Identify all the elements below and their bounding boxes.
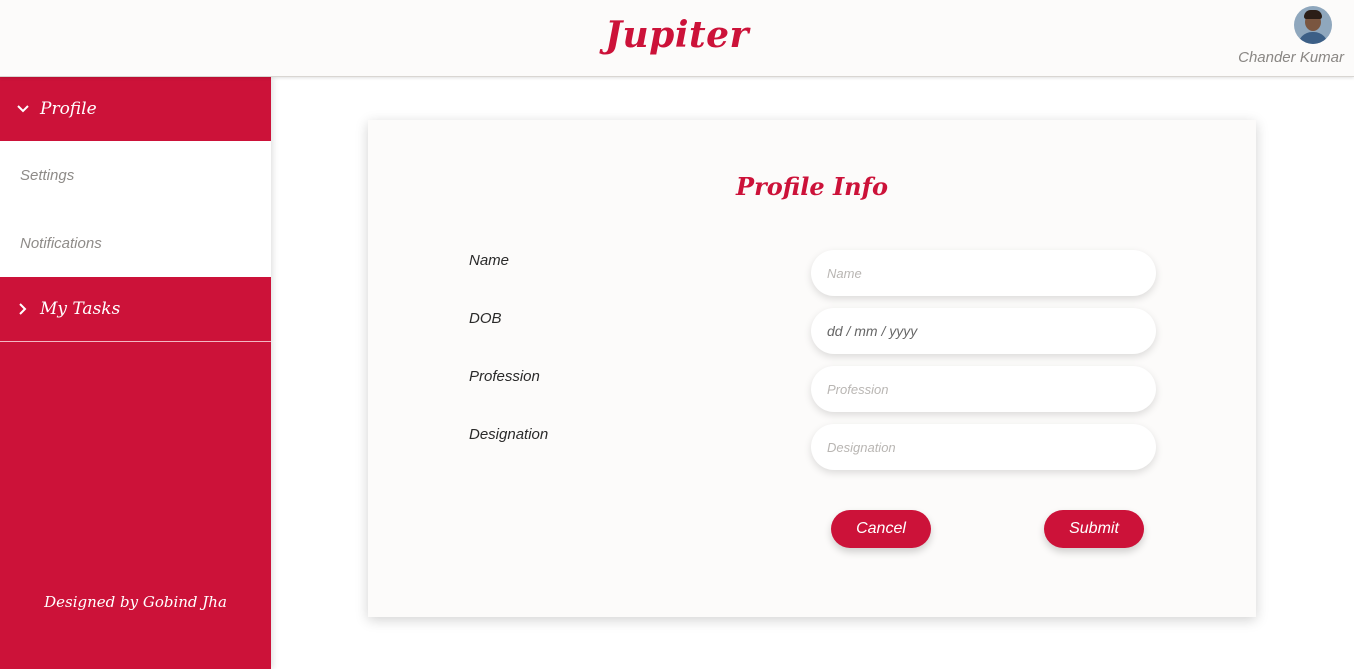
sidebar-item-notifications[interactable]: Notifications: [0, 209, 271, 277]
name-input[interactable]: [811, 250, 1156, 296]
submit-button[interactable]: Submit: [1044, 510, 1144, 548]
profession-input[interactable]: [811, 366, 1156, 412]
profession-label: Profession: [469, 368, 540, 385]
cancel-button[interactable]: Cancel: [831, 510, 931, 548]
app-logo-text[interactable]: Jupiter: [0, 14, 1354, 56]
designation-label: Designation: [469, 426, 549, 443]
sidebar-item-settings[interactable]: Settings: [0, 141, 271, 209]
sidebar-section-label: Profile: [40, 99, 97, 119]
footer-credit: Designed by Gobind Jha: [44, 593, 227, 611]
sidebar-section-profile[interactable]: Profile: [0, 77, 271, 141]
name-label: Name: [469, 252, 510, 269]
sidebar: Profile Settings Notifications My Tasks …: [0, 77, 271, 669]
chevron-down-icon: [16, 102, 30, 116]
dob-label: DOB: [469, 310, 502, 327]
designation-input[interactable]: [811, 424, 1156, 470]
form-title: Profile Info: [736, 172, 888, 201]
chevron-right-icon: [16, 302, 30, 316]
dob-input[interactable]: [811, 308, 1156, 354]
avatar-body-shape: [1298, 32, 1328, 44]
avatar-hair-shape: [1304, 10, 1322, 19]
user-avatar[interactable]: [1294, 6, 1332, 44]
sidebar-section-my-tasks[interactable]: My Tasks: [0, 277, 271, 341]
top-header: Jupiter Chander Kumar: [0, 0, 1354, 77]
user-name[interactable]: Chander Kumar: [1238, 49, 1344, 66]
sidebar-section-label: My Tasks: [40, 299, 121, 319]
profile-info-card: Profile Info Name DOB Profession Designa…: [368, 120, 1256, 617]
sidebar-divider: [0, 341, 271, 342]
